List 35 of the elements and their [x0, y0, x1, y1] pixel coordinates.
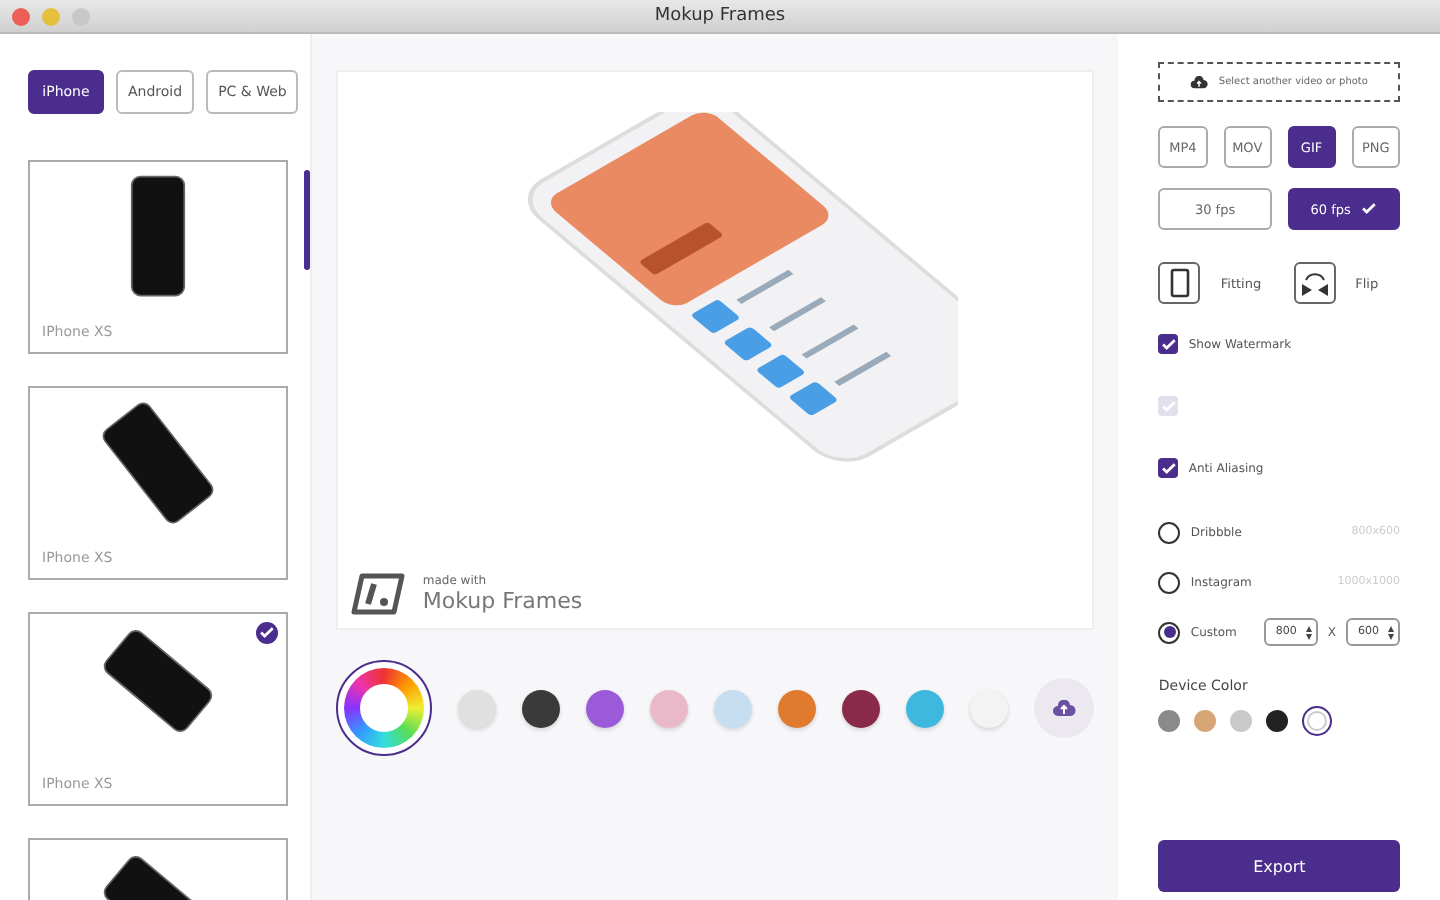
stepper-arrows-icon [1388, 625, 1394, 639]
check-icon [1362, 202, 1377, 216]
export-button[interactable]: Export [1158, 840, 1400, 892]
device-color-swatch[interactable] [1194, 710, 1217, 732]
window-title: Mokup Frames [654, 6, 786, 26]
device-color-swatch[interactable] [1158, 710, 1181, 732]
check-icon [1161, 399, 1176, 413]
color-wheel-button[interactable] [336, 660, 433, 756]
size-radio[interactable] [1158, 621, 1181, 643]
close-button[interactable] [12, 7, 30, 25]
check-icon [1161, 461, 1176, 475]
check-icon [1161, 337, 1176, 351]
device-color-swatch[interactable] [1266, 710, 1289, 732]
phone-outline-icon [1169, 268, 1190, 298]
scrollbar[interactable] [304, 170, 311, 270]
background-swatch[interactable] [970, 689, 1009, 727]
cloud-upload-icon [1052, 699, 1077, 717]
background-swatch[interactable] [906, 689, 945, 727]
size-radio[interactable] [1158, 571, 1181, 593]
size-radio[interactable] [1158, 521, 1181, 543]
background-swatch[interactable] [522, 689, 561, 727]
background-swatch[interactable] [778, 689, 817, 727]
background-swatch[interactable] [586, 689, 625, 727]
background-swatch[interactable] [842, 689, 881, 727]
flip-icon [1299, 271, 1330, 295]
device-color-swatch[interactable] [1302, 706, 1333, 736]
background-swatch[interactable] [458, 689, 497, 727]
device-color-swatch[interactable] [1230, 710, 1253, 732]
background-swatch[interactable] [650, 689, 689, 727]
upload-background-button[interactable] [1034, 678, 1095, 738]
background-swatch[interactable] [714, 689, 753, 727]
credit-brand: Mokup Frames [422, 588, 583, 614]
phone-icon [130, 174, 186, 298]
cloud-upload-icon [1190, 75, 1209, 89]
stepper-arrows-icon [1305, 625, 1312, 639]
